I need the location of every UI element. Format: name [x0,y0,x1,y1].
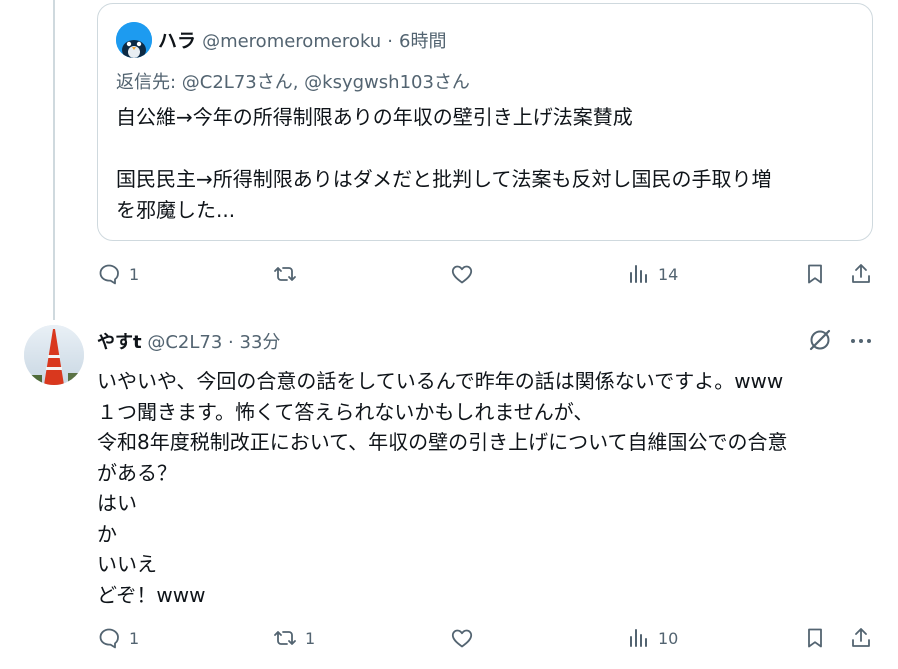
bookmark-button[interactable] [803,626,827,650]
tweet-text-line: どぞ！www [97,582,206,607]
tweet-timestamp[interactable]: 33分 [240,332,281,353]
views-button[interactable]: 10 [626,626,678,650]
separator-dot: · [228,332,234,353]
views-icon [630,265,647,283]
tweet-text-line: か [97,521,117,546]
author-display-name[interactable]: やすt [97,332,142,353]
repost-icon [274,267,296,281]
reply-button[interactable]: 1 [97,626,139,650]
share-button[interactable] [849,626,873,650]
quoted-handle[interactable]: @meromeromeroku [202,31,381,52]
quoted-tweet-card[interactable]: ハラ @meromeromeroku · 6時間 返信先: @C2L73さん, … [97,3,873,241]
like-button[interactable] [450,626,482,650]
repost-button[interactable] [273,262,305,286]
reply-count: 1 [129,264,140,284]
separator-dot: · [387,31,393,52]
share-icon [852,264,870,283]
more-icon[interactable] [848,330,874,352]
grok-icon[interactable] [807,327,833,353]
reply-button[interactable]: 1 [97,262,139,286]
bookmark-icon [808,628,822,648]
tweet-text-line: がある？ [97,460,177,485]
views-count: 10 [658,628,679,648]
quoted-reply-to: 返信先: @C2L73さん, @ksygwsh103さん [116,72,470,93]
like-icon [451,629,473,648]
tweet-text-line: 令和8年度税制改正において、年収の壁の引き上げについて自維国公での合意 [97,430,788,454]
quoted-header: ハラ @meromeromeroku · 6時間 [158,26,447,53]
tweet-text-line: はい [97,491,137,515]
views-button[interactable]: 14 [626,262,678,286]
share-button[interactable] [849,262,873,286]
quoted-display-name[interactable]: ハラ [158,30,196,52]
author-avatar[interactable] [24,325,84,385]
repost-icon [274,631,296,645]
tweet-header: やすt @C2L73 · 33分 [97,328,280,354]
reply-icon [99,264,119,285]
views-icon [630,629,647,647]
quoted-text-line: 自公維→今年の所得制限ありの年収の壁引き上げ法案賛成 [116,105,633,129]
quoted-text: 自公維→今年の所得制限ありの年収の壁引き上げ法案賛成 国民民主→所得制限ありはダ… [116,102,866,226]
quoted-text-line: を邪魔した... [116,198,236,222]
tweet-text: いやいや、今回の合意の話をしているんで昨年の話は関係ないですよ。www １つ聞き… [97,366,887,610]
views-count: 14 [658,264,679,284]
quoted-timestamp[interactable]: 6時間 [399,31,446,52]
share-icon [852,628,870,647]
quoted-action-bar: 1 14 [97,262,887,292]
reply-count: 1 [129,628,140,648]
repost-button[interactable]: 1 [273,626,315,650]
quoted-text-line: 国民民主→所得制限ありはダメだと批判して法案も反対し国民の手取り増 [116,167,772,191]
tweet-text-line: １つ聞きます。怖くて答えられないかもしれませんが、 [97,399,594,424]
tweet-text-line: いやいや、今回の合意の話をしているんで昨年の話は関係ないですよ。www [97,369,784,393]
tweet-action-bar: 1 1 10 [97,626,887,656]
thread-line [53,0,55,320]
reply-icon [99,628,119,649]
bookmark-button[interactable] [803,262,827,286]
like-button[interactable] [450,262,482,286]
author-handle[interactable]: @C2L73 [147,332,222,353]
quoted-avatar[interactable] [116,22,152,58]
repost-count: 1 [305,628,316,648]
like-icon [451,265,473,284]
tweet-text-line: いいえ [97,552,157,576]
bookmark-icon [808,264,822,284]
